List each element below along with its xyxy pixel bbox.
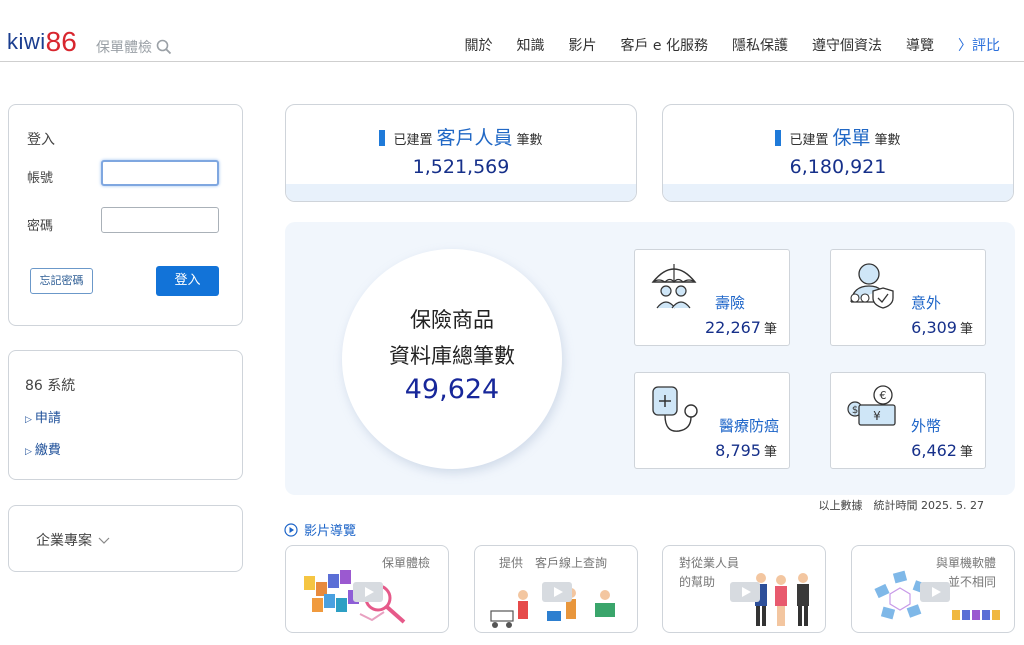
umbrella-family-icon — [651, 264, 697, 309]
stat-value: 6,180,921 — [789, 156, 887, 178]
svg-text:$: $ — [852, 405, 858, 416]
login-title: 登入 — [27, 132, 55, 148]
kiwi86-logo[interactable]: kiwi86 — [7, 24, 77, 57]
logo-number: 86 — [45, 26, 77, 57]
stat-prefix: 已建置 — [789, 133, 829, 148]
system-link-label: 申請 — [34, 411, 61, 426]
account-label: 帳號 — [27, 171, 54, 186]
account-input[interactable] — [101, 160, 219, 186]
stethoscope-icon — [652, 386, 698, 432]
enterprise-dropdown[interactable]: 企業專案 — [36, 530, 110, 550]
main-nav: 關於 知識 影片 客戶 e 化服務 隱私保護 遵守個資法 導覽 〉評比 — [464, 35, 1000, 55]
video-card-title: 提供 客戶線上查詢 — [499, 556, 608, 570]
count-unit: 筆 — [959, 322, 973, 337]
stat-suffix: 筆數 — [516, 133, 543, 148]
video-card-vs-software[interactable]: 與單機軟體 並不相同 — [851, 545, 1015, 633]
header: kiwi86 保單體檢 關於 知識 影片 客戶 e 化服務 隱私保護 遵守個資法… — [0, 0, 1024, 62]
system-card: 86 系統 ▷ 申請 ▷ 繳費 — [8, 350, 243, 480]
video-guide-link[interactable]: 影片導覽 — [284, 520, 356, 539]
database-panel: 保險商品 資料庫總筆數 49,624 壽險 22,267筆 意外 6,309 — [285, 222, 1015, 495]
accent-bar — [775, 130, 782, 146]
nav-customer-e-service[interactable]: 客戶 e 化服務 — [620, 35, 708, 55]
category-medical[interactable]: 醫療防癌 8,795 筆 — [634, 372, 790, 469]
accent-bar — [379, 130, 386, 146]
category-name: 醫療防癌 — [718, 417, 779, 435]
nav-about[interactable]: 關於 — [464, 35, 492, 55]
triangle-right-icon: ▷ — [25, 447, 32, 457]
svg-text:¥: ¥ — [873, 409, 881, 423]
currency-icon: € $ ¥ — [847, 385, 896, 426]
search-label: 保單體檢 — [96, 40, 152, 56]
database-title-line1: 保險商品 — [410, 308, 494, 332]
category-count: 6,309 筆 — [911, 318, 973, 337]
category-accident[interactable]: 意外 6,309 筆 — [830, 249, 986, 346]
nav-privacy[interactable]: 隱私保護 — [732, 35, 788, 55]
stat-timestamp: 以上數據 統計時間 2025. 5. 27 — [818, 499, 984, 512]
logo-text: kiwi — [7, 29, 46, 54]
category-name: 壽險 — [714, 294, 745, 312]
count-value: 8,795 — [715, 441, 761, 460]
database-title-line2: 資料庫總筆數 — [389, 344, 515, 368]
stat-band — [286, 184, 636, 201]
system-link-payment[interactable]: ▷ 繳費 — [25, 439, 61, 458]
play-button-icon[interactable] — [542, 582, 572, 602]
play-button-icon[interactable] — [730, 582, 760, 602]
nav-video[interactable]: 影片 — [568, 35, 596, 55]
stat-highlight: 客戶人員 — [436, 127, 513, 149]
stat-band — [663, 184, 1013, 201]
system-link-label: 繳費 — [34, 443, 61, 458]
chevron-down-icon — [99, 537, 110, 544]
stat-prefix: 已建置 — [393, 133, 433, 148]
person-shield-icon — [850, 263, 894, 309]
category-name: 意外 — [910, 294, 941, 312]
password-label: 密碼 — [27, 219, 54, 234]
category-count: 22,267 筆 — [705, 318, 777, 337]
stat-box-customers: 已建置 客戶人員 筆數 1,521,569 — [285, 104, 637, 202]
video-guide-title: 影片導覽 — [304, 524, 357, 539]
enterprise-card[interactable]: 企業專案 — [8, 505, 243, 572]
system-link-apply[interactable]: ▷ 申請 — [25, 407, 61, 426]
category-count: 8,795 筆 — [715, 441, 777, 460]
stat-suffix: 筆數 — [874, 133, 901, 148]
database-total-circle: 保險商品 資料庫總筆數 49,624 — [342, 249, 562, 469]
nav-rating[interactable]: 〉評比 — [958, 35, 1000, 55]
category-name: 外幣 — [910, 417, 941, 435]
forgot-password-button[interactable]: 忘記密碼 — [30, 268, 93, 294]
stat-caption: 已建置 客戶人員 筆數 — [286, 123, 636, 150]
nav-knowledge[interactable]: 知識 — [516, 35, 544, 55]
play-button-icon[interactable] — [353, 582, 383, 602]
login-card: 登入 帳號 密碼 忘記密碼 登入 — [8, 104, 243, 326]
password-input[interactable] — [101, 207, 219, 233]
count-value: 22,267 — [705, 318, 761, 337]
system-title: 86 系統 — [25, 378, 76, 394]
database-total: 49,624 — [404, 374, 500, 405]
svg-text:€: € — [880, 389, 887, 402]
stat-caption: 已建置 保單 筆數 — [663, 123, 1013, 150]
play-button-icon[interactable] — [920, 582, 950, 602]
enterprise-label: 企業專案 — [36, 533, 92, 549]
category-foreign-currency[interactable]: € $ ¥ 外幣 6,462 筆 — [830, 372, 986, 469]
nav-guide[interactable]: 導覽 — [906, 35, 934, 55]
video-card-policy-check[interactable]: 保單體檢 — [285, 545, 449, 633]
count-value: 6,309 — [911, 318, 957, 337]
login-button[interactable]: 登入 — [156, 266, 219, 296]
category-life[interactable]: 壽險 22,267 筆 — [634, 249, 790, 346]
category-count: 6,462 筆 — [911, 441, 973, 460]
stat-value: 1,521,569 — [412, 156, 510, 178]
stat-box-policies: 已建置 保單 筆數 6,180,921 — [662, 104, 1014, 202]
stat-highlight: 保單 — [832, 127, 871, 149]
count-unit: 筆 — [763, 322, 777, 337]
triangle-right-icon: ▷ — [25, 415, 32, 425]
count-unit: 筆 — [763, 445, 777, 460]
policy-check-search[interactable]: 保單體檢 — [96, 37, 172, 57]
count-unit: 筆 — [959, 445, 973, 460]
video-card-title-line1: 對從業人員 — [679, 556, 740, 570]
video-card-agents-help[interactable]: 對從業人員 的幫助 — [662, 545, 826, 633]
nav-personal-data-law[interactable]: 遵守個資法 — [812, 35, 882, 55]
search-icon — [156, 39, 172, 55]
video-card-online-query[interactable]: 提供 客戶線上查詢 — [474, 545, 638, 633]
count-value: 6,462 — [911, 441, 957, 460]
play-circle-icon — [284, 522, 298, 537]
